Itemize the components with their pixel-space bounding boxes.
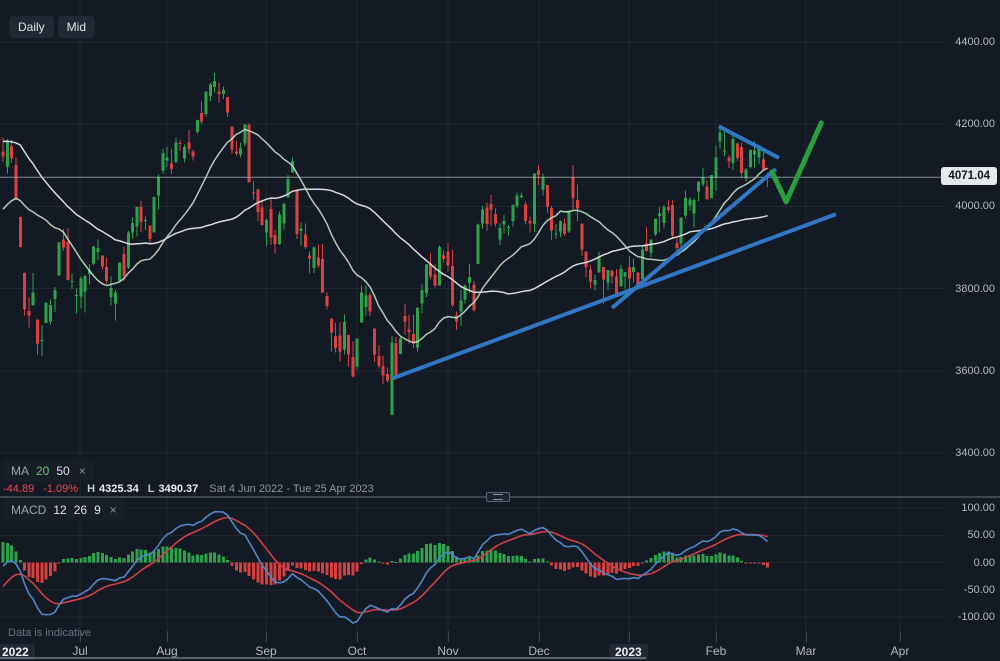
- time-axis-tick: [806, 631, 807, 642]
- trading-chart-app: Daily Mid MA 20 50 × -44.89 -1.09% H 432…: [0, 0, 1000, 661]
- time-axis-tick: [167, 631, 168, 642]
- macd-legend-title: MACD: [11, 503, 46, 517]
- time-axis-tick: [448, 631, 449, 642]
- macd-line: [3, 512, 768, 623]
- time-axis-tick: [357, 631, 358, 642]
- ma-period-20: 20: [36, 464, 49, 478]
- low-label: L: [148, 483, 155, 495]
- time-axis-label: Sep: [241, 644, 291, 658]
- change-percent: -1.09%: [43, 483, 78, 495]
- instrument-stats: -44.89 -1.09% H 4325.34 L 3490.37 Sat 4 …: [3, 482, 374, 496]
- trendline[interactable]: [719, 126, 779, 158]
- time-axis-label: Feb: [691, 644, 741, 658]
- price-axis-label: 4400.00: [935, 35, 995, 49]
- timeframe-toolbar: Daily Mid: [9, 16, 95, 38]
- grid-layer: [0, 0, 946, 643]
- h-scrollbar-thumb[interactable]: [0, 657, 646, 659]
- timeframe-daily-button[interactable]: Daily: [9, 16, 54, 38]
- change-value: -44.89: [3, 483, 34, 495]
- macd-axis-label: 50.00: [935, 528, 995, 542]
- ma-legend-title: MA: [11, 464, 29, 478]
- macd-param-signal: 9: [94, 503, 101, 517]
- projection-arrow[interactable]: [772, 123, 821, 202]
- time-axis-label: Oct: [332, 644, 382, 658]
- ma-legend: MA 20 50 ×: [3, 460, 94, 482]
- macd-axis-label: -100.00: [935, 610, 995, 624]
- time-axis-tick: [539, 631, 540, 642]
- close-icon[interactable]: ×: [110, 503, 117, 517]
- ma20-line: [3, 129, 768, 342]
- macd-axis[interactable]: 100.0050.000.00-50.00-100.00: [946, 497, 1000, 643]
- timeframe-mid-button[interactable]: Mid: [58, 16, 95, 38]
- trendline[interactable]: [612, 169, 776, 308]
- time-axis-label: Dec: [514, 644, 564, 658]
- price-axis-label: 3400.00: [935, 446, 995, 460]
- chart-canvas[interactable]: [0, 0, 1000, 661]
- macd-param-fast: 12: [53, 503, 66, 517]
- time-axis-tick: [629, 631, 630, 642]
- macd-signal-line: [3, 518, 768, 613]
- time-axis-label: Aug: [142, 644, 192, 658]
- time-axis-tick: [900, 631, 901, 642]
- price-axis-label: 4000.00: [935, 199, 995, 213]
- time-axis-label: Jul: [55, 644, 105, 658]
- macd-axis-label: 0.00: [935, 556, 995, 570]
- trendline[interactable]: [393, 214, 836, 378]
- panel-divider[interactable]: [0, 496, 1000, 498]
- panel-divider-handle[interactable]: [486, 492, 510, 502]
- high-value: 4325.34: [99, 483, 139, 495]
- indicative-note: Data is indicative: [8, 627, 91, 639]
- time-axis-tick: [716, 631, 717, 642]
- macd-axis-label: -50.00: [935, 583, 995, 597]
- last-price-badge: 4071.04: [941, 167, 997, 185]
- price-axis-label: 4200.00: [935, 117, 995, 131]
- macd-axis-label: 100.00: [935, 501, 995, 515]
- macd-param-slow: 26: [74, 503, 87, 517]
- low-value: 3490.37: [159, 483, 199, 495]
- time-axis-label: Nov: [423, 644, 473, 658]
- date-range: Sat 4 Jun 2022 - Tue 25 Apr 2023: [209, 483, 374, 495]
- time-axis-label: Apr: [875, 644, 925, 658]
- macd-histogram: [2, 542, 770, 585]
- ma-period-50: 50: [56, 464, 69, 478]
- time-axis-tick: [266, 631, 267, 642]
- high-label: H: [87, 483, 95, 495]
- macd-legend: MACD 12 26 9 ×: [3, 499, 125, 521]
- price-axis-label: 3600.00: [935, 364, 995, 378]
- time-axis-label: Mar: [781, 644, 831, 658]
- price-axis-label: 3800.00: [935, 282, 995, 296]
- close-icon[interactable]: ×: [79, 464, 86, 478]
